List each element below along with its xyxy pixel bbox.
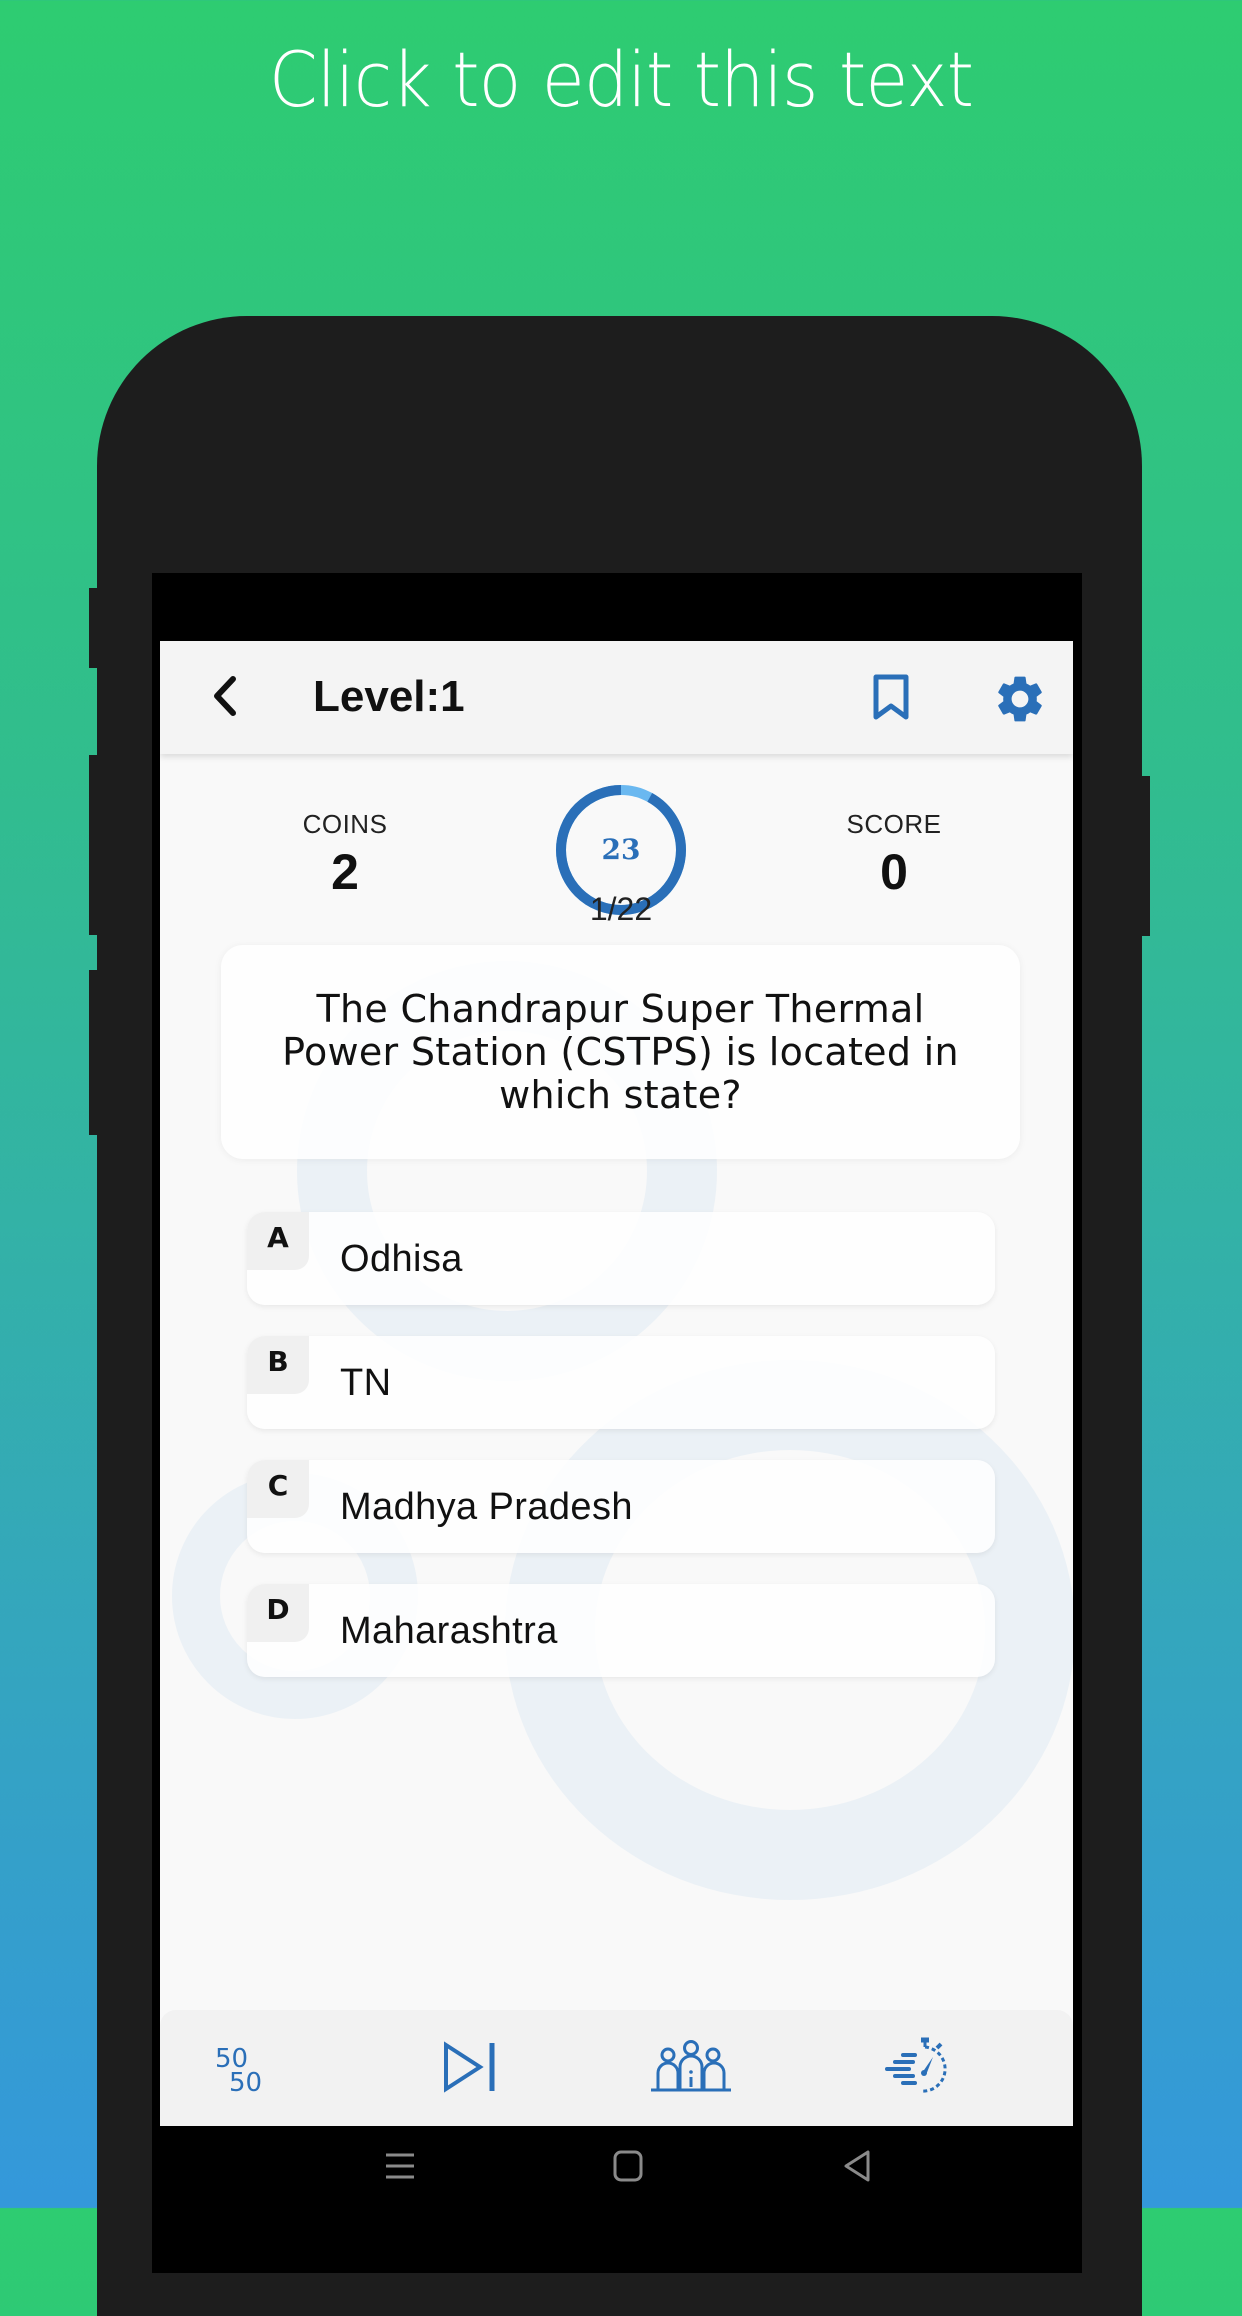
home-icon <box>613 2150 643 2182</box>
home-button[interactable] <box>608 2146 648 2186</box>
chevron-left-icon <box>214 676 236 716</box>
stopwatch-icon <box>885 2037 947 2093</box>
lifeline-audience-poll-button[interactable] <box>646 2032 736 2102</box>
option-text: Madhya Pradesh <box>340 1486 633 1528</box>
skip-next-icon <box>444 2041 495 2093</box>
fifty-fifty-icon: 50 50 <box>215 2044 262 2097</box>
score-label: SCORE <box>846 809 942 839</box>
option-a[interactable]: A Odhisa <box>247 1212 995 1305</box>
promo-headline[interactable]: Click to edit this text <box>50 30 1193 130</box>
option-letter: B <box>247 1336 309 1394</box>
lifeline-bar: 50 50 <box>160 2010 1073 2126</box>
quiz-app: Level:1 COINS 2 23 1/22 SCORE 0 The Chan… <box>160 641 1073 2126</box>
score-value: 0 <box>880 844 908 900</box>
level-title: Level:1 <box>313 672 465 721</box>
question-progress: 1/22 <box>589 891 653 927</box>
coins-value: 2 <box>331 844 359 900</box>
lifeline-time-button[interactable] <box>870 2032 960 2102</box>
recents-button[interactable] <box>380 2146 420 2186</box>
option-text: Maharashtra <box>340 1610 558 1652</box>
svg-text:50: 50 <box>229 2068 262 2097</box>
recents-icon <box>386 2153 414 2179</box>
bookmark-icon <box>873 674 909 720</box>
option-b[interactable]: B TN <box>247 1336 995 1429</box>
phone-side-button-left-2 <box>89 755 101 935</box>
back-button[interactable] <box>200 671 250 721</box>
option-text: Odhisa <box>340 1238 463 1280</box>
coins-label: COINS <box>302 809 388 839</box>
audience-poll-icon <box>651 2040 731 2092</box>
settings-button[interactable] <box>992 671 1048 727</box>
phone-side-button-left-1 <box>89 588 101 668</box>
system-nav-bar <box>152 2126 1082 2208</box>
option-letter: A <box>247 1212 309 1270</box>
question-card: The Chandrapur Super Thermal Power Stati… <box>221 945 1020 1159</box>
app-bar: Level:1 <box>160 641 1073 754</box>
gear-icon <box>998 676 1042 722</box>
lifeline-fifty-fifty-button[interactable]: 50 50 <box>204 2032 294 2102</box>
phone-side-button-right <box>1138 776 1150 936</box>
option-letter: D <box>247 1584 309 1642</box>
back-triangle-icon <box>844 2150 870 2182</box>
option-text: TN <box>340 1362 392 1404</box>
option-letter: C <box>247 1460 309 1518</box>
option-c[interactable]: C Madhya Pradesh <box>247 1460 995 1553</box>
option-d[interactable]: D Maharashtra <box>247 1584 995 1677</box>
phone-side-button-left-3 <box>89 970 101 1135</box>
bookmark-button[interactable] <box>870 673 920 723</box>
back-nav-button[interactable] <box>838 2146 878 2186</box>
lifeline-skip-button[interactable] <box>426 2032 516 2102</box>
question-text: The Chandrapur Super Thermal Power Stati… <box>282 986 959 1117</box>
